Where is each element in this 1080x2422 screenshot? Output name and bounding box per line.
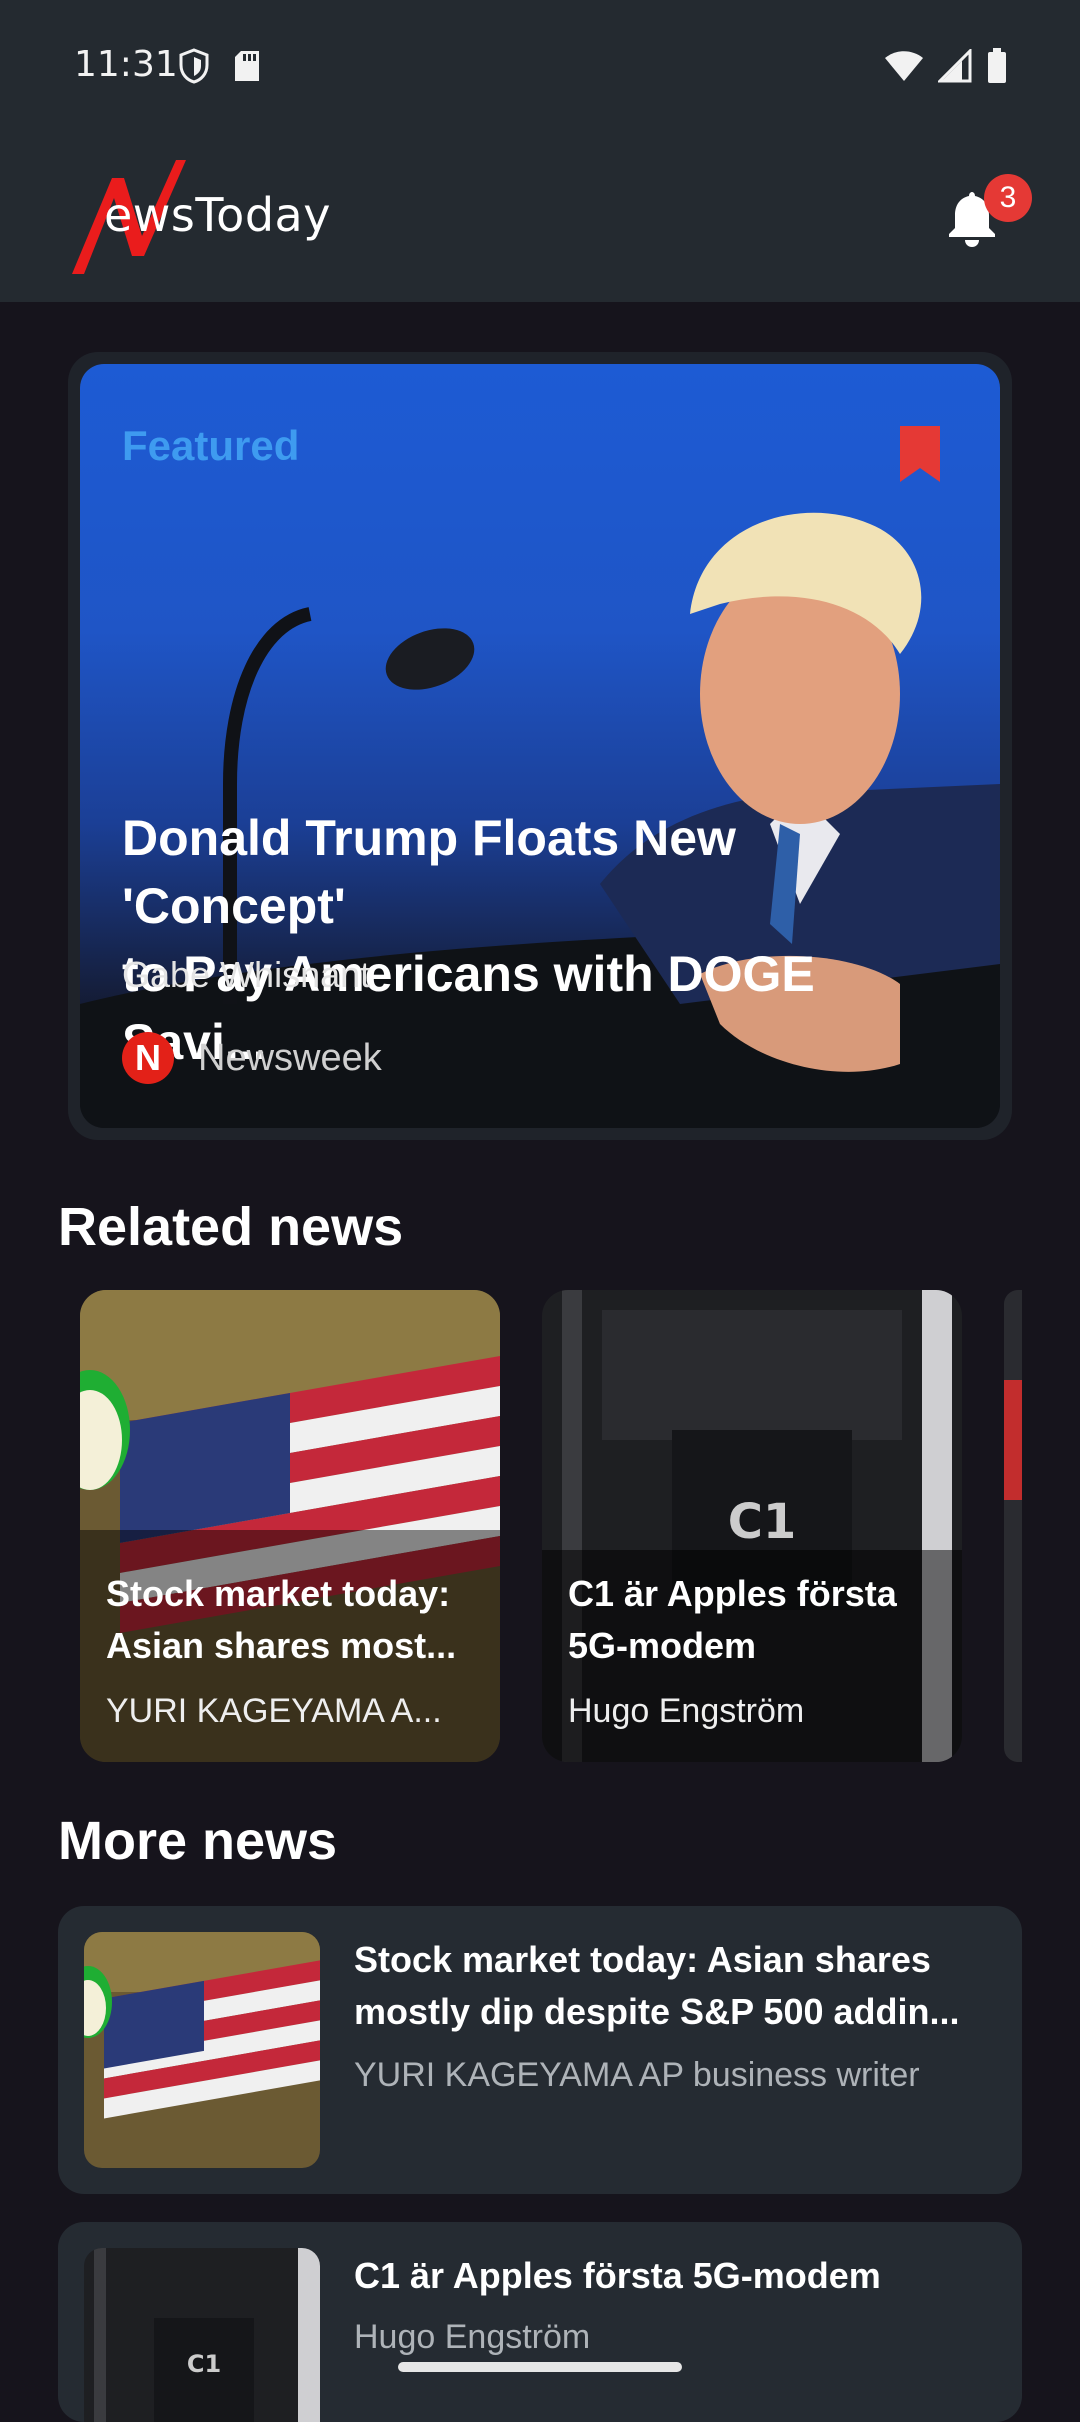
source-name: Newsweek bbox=[198, 1036, 382, 1079]
status-right-icons bbox=[884, 48, 1008, 84]
related-card[interactable]: Stock market today: Asian shares most...… bbox=[80, 1290, 500, 1762]
related-card-title: Stock market today: Asian shares most... bbox=[106, 1573, 457, 1666]
wifi-icon bbox=[885, 51, 923, 81]
related-news-heading: Related news bbox=[58, 1197, 404, 1257]
more-news-item[interactable]: C1 C1 är Apples första 5G-modem Hugo Eng… bbox=[58, 2222, 1022, 2422]
featured-card[interactable]: Featured Donald Trump Floats New 'Concep… bbox=[68, 352, 1012, 1140]
more-news-thumb: C1 bbox=[84, 2248, 320, 2422]
battery-icon bbox=[988, 48, 1006, 83]
more-news-author: YURI KAGEYAMA AP business writer bbox=[354, 2056, 920, 2094]
svg-text:C1: C1 bbox=[728, 1494, 797, 1550]
more-news-thumb bbox=[84, 1932, 320, 2168]
more-news-heading: More news bbox=[58, 1811, 338, 1871]
featured-author: Gabe Whisnant bbox=[122, 954, 371, 995]
more-news-item[interactable]: Stock market today: Asian shares mostly … bbox=[58, 1906, 1022, 2194]
featured-label: Featured bbox=[122, 422, 300, 469]
status-left-icons bbox=[178, 48, 262, 84]
status-bar: 11:31 bbox=[0, 0, 1080, 130]
svg-text:C1: C1 bbox=[187, 2350, 221, 2378]
related-card-peek[interactable] bbox=[1004, 1290, 1022, 1762]
newsweek-logo-icon: N bbox=[122, 1032, 174, 1084]
featured-source: N Newsweek bbox=[122, 1032, 382, 1084]
related-card[interactable]: C1 C1 är Apples första 5G-modem Hugo Eng… bbox=[542, 1290, 962, 1762]
related-card-author: YURI KAGEYAMA A... bbox=[106, 1692, 442, 1730]
logo-text: ewsToday bbox=[104, 188, 331, 242]
status-time: 11:31 bbox=[74, 44, 178, 85]
sd-card-icon bbox=[235, 51, 259, 81]
notification-badge: 3 bbox=[984, 174, 1032, 222]
bookmark-icon[interactable] bbox=[896, 424, 944, 484]
signal-icon bbox=[938, 49, 972, 83]
app-header: ewsToday 3 bbox=[0, 130, 1080, 302]
featured-image: Featured Donald Trump Floats New 'Concep… bbox=[80, 364, 1000, 1128]
more-news-author: Hugo Engström bbox=[354, 2318, 591, 2356]
related-card-author: Hugo Engström bbox=[568, 1692, 805, 1730]
more-news-title: C1 är Apples första 5G-modem bbox=[354, 2255, 881, 2296]
shield-icon bbox=[179, 48, 209, 84]
related-card-title: C1 är Apples första 5G-modem bbox=[568, 1573, 897, 1666]
more-news-title: Stock market today: Asian shares mostly … bbox=[354, 1939, 960, 2032]
home-indicator[interactable] bbox=[398, 2362, 682, 2372]
